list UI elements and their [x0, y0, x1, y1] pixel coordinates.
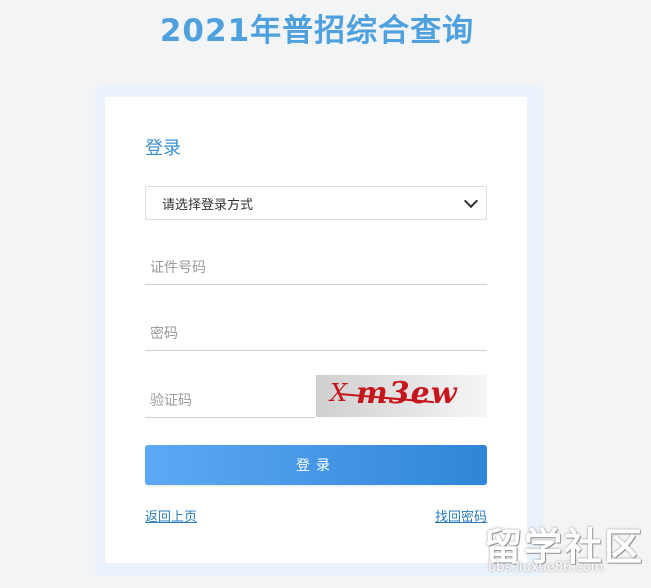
watermark-url: bbs.liuxue86.com [488, 560, 604, 575]
captcha-code: m3ew [356, 376, 458, 411]
password-input[interactable] [145, 317, 487, 350]
captcha-image[interactable]: X m3ew [316, 375, 487, 417]
id-number-field [145, 251, 487, 285]
watermark-logo: 留学社区 bbs.liuxue86.com [482, 516, 647, 584]
captcha-input[interactable] [145, 384, 315, 417]
password-field [145, 317, 487, 351]
login-method-value: 请选择登录方式 [162, 197, 254, 213]
page-title: 2021年普招综合查询 [159, 13, 475, 49]
login-button[interactable]: 登录 [145, 445, 487, 485]
id-number-input[interactable] [145, 251, 487, 284]
chevron-down-icon [463, 193, 479, 209]
login-method-select[interactable]: 请选择登录方式 [145, 186, 487, 220]
forgot-password-link[interactable]: 找回密码 [435, 506, 487, 525]
back-link[interactable]: 返回上页 [145, 506, 197, 525]
login-card: 登录 请选择登录方式 X m3ew 登录 返回上页 找回密码 [105, 97, 527, 563]
captcha-field [145, 384, 315, 418]
login-heading: 登录 [145, 138, 181, 159]
